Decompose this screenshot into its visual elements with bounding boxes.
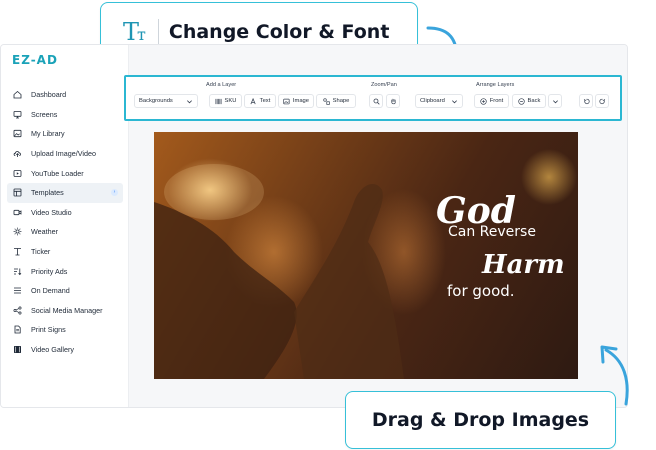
undo-button[interactable] [579, 94, 593, 108]
sidebar-item-label: Ticker [31, 247, 51, 257]
backgrounds-label: Backgrounds [139, 98, 173, 104]
sidebar-item-dashboard[interactable]: Dashboard [7, 85, 123, 105]
sidebar-item-label: Video Gallery [31, 345, 75, 355]
play-icon [13, 169, 22, 177]
text-format-icon: Tт [123, 17, 146, 46]
sidebar-nav: Dashboard Screens My Library Upload Image/V… [7, 85, 123, 359]
callout-title-drag-drop: Drag & Drop Images [371, 409, 590, 431]
sidebar-item-label: On Demand [31, 286, 70, 296]
app-logo: EZ-AD [12, 53, 58, 67]
redo-button[interactable] [595, 94, 609, 108]
add-shape-button[interactable]: Shape [316, 94, 356, 108]
sku-label: SKU [224, 98, 237, 104]
sidebar-item-label: Screens [31, 109, 58, 119]
callout-title: Change Color & Font [168, 20, 390, 43]
barcode-icon [215, 98, 222, 104]
shape-icon [322, 97, 330, 105]
clipboard-dropdown[interactable]: Clipboard [415, 94, 463, 108]
menu-icon [14, 287, 21, 294]
home-icon [13, 91, 22, 99]
image-icon [283, 98, 290, 104]
sidebar-item-upload-image-video[interactable]: Upload Image/Video [7, 144, 123, 164]
sidebar-item-label: YouTube Loader [31, 168, 84, 178]
chevron-down-icon [452, 99, 457, 103]
sun-icon [13, 228, 22, 236]
editor-toolbar: Add a Layer Zoom/Pan Arrange Layers Back… [124, 75, 622, 121]
sidebar-item-video-studio[interactable]: Video Studio [7, 203, 123, 223]
monitor-icon [13, 110, 22, 119]
sidebar-item-video-gallery[interactable]: Video Gallery [7, 340, 123, 360]
sidebar-item-print-signs[interactable]: Print Signs [7, 320, 123, 340]
sidebar-item-label: Print Signs [31, 325, 66, 335]
image-label: Image [292, 98, 309, 104]
sidebar-item-label: Templates [31, 188, 64, 198]
front-label: Front [489, 98, 504, 104]
back-label: Back [527, 98, 541, 104]
sidebar-item-label: Upload Image/Video [31, 149, 96, 159]
image-icon [13, 130, 22, 138]
sidebar-item-templates[interactable]: Templates › [7, 182, 123, 203]
send-back-button[interactable]: Back [512, 94, 546, 108]
undo-icon [583, 98, 590, 104]
text-icon [250, 97, 256, 104]
sort-icon [14, 268, 22, 275]
minus-circle-icon [517, 97, 525, 105]
active-indicator-icon: › [111, 188, 118, 196]
backgrounds-dropdown[interactable]: Backgrounds [134, 94, 198, 108]
headline-harm[interactable]: Harm [482, 250, 565, 280]
sidebar-item-label: Weather [31, 227, 59, 237]
add-text-button[interactable]: Text [244, 94, 276, 108]
headline-can-reverse[interactable]: Can Reverse [448, 224, 536, 240]
app-window: EZ-AD Dashboard Screens My Library Upload I… [0, 44, 628, 408]
chevron-down-icon [187, 99, 192, 103]
zoom-button[interactable] [369, 94, 383, 108]
sidebar-item-priority-ads[interactable]: Priority Ads [7, 261, 123, 281]
sidebar-item-label: Priority Ads [31, 266, 68, 276]
sidebar-item-label: Social Media Manager [31, 305, 103, 315]
hand-icon [390, 98, 396, 104]
add-layer-label: Add a Layer [206, 82, 237, 88]
text-label: Text [259, 98, 271, 104]
sidebar-item-label: Video Studio [31, 207, 72, 217]
search-icon [373, 98, 380, 105]
video-icon [13, 209, 22, 215]
sidebar-item-my-library[interactable]: My Library [7, 124, 123, 144]
zoom-pan-label: Zoom/Pan [371, 82, 397, 88]
template-icon [13, 188, 22, 197]
plus-circle-icon [480, 97, 487, 105]
sidebar-item-youtube-loader[interactable]: YouTube Loader [7, 163, 123, 183]
drag-drop-callout: Drag & Drop Images [345, 391, 616, 449]
arrange-layers-label: Arrange Layers [476, 82, 515, 88]
add-sku-button[interactable]: SKU [209, 94, 242, 108]
doc-icon [14, 326, 21, 334]
redo-icon [598, 98, 605, 104]
arrange-more-dropdown[interactable] [548, 94, 562, 108]
film-icon [14, 346, 21, 354]
shape-label: Shape [332, 98, 350, 104]
cloud-upload-icon [13, 151, 21, 158]
page: Tт Change Color & Font EZ-AD Dashboard Sc… [0, 0, 656, 450]
share-icon [13, 306, 22, 315]
add-image-button[interactable]: Image [278, 94, 314, 108]
callout-separator [157, 18, 159, 45]
bring-front-button[interactable]: Front [474, 94, 509, 108]
sidebar-item-on-demand[interactable]: On Demand [7, 281, 123, 301]
editor-main: Add a Layer Zoom/Pan Arrange Layers Back… [124, 45, 627, 407]
clipboard-label: Clipboard [420, 98, 445, 104]
headline-for-good[interactable]: for good. [447, 282, 515, 300]
sidebar-item-screens[interactable]: Screens [7, 105, 123, 125]
sidebar-item-ticker[interactable]: Ticker [7, 242, 123, 262]
sidebar: EZ-AD Dashboard Screens My Library Upload I… [1, 45, 129, 407]
pan-button[interactable] [386, 94, 400, 108]
design-canvas[interactable]: God Can Reverse Harm for good. [154, 132, 578, 379]
ticker-icon [14, 248, 21, 256]
sidebar-item-label: My Library [31, 129, 65, 139]
sidebar-item-social-media-manager[interactable]: Social Media Manager [7, 301, 123, 321]
sidebar-item-label: Dashboard [31, 90, 67, 100]
sidebar-item-weather[interactable]: Weather [7, 222, 123, 242]
chevron-down-icon [552, 99, 558, 103]
